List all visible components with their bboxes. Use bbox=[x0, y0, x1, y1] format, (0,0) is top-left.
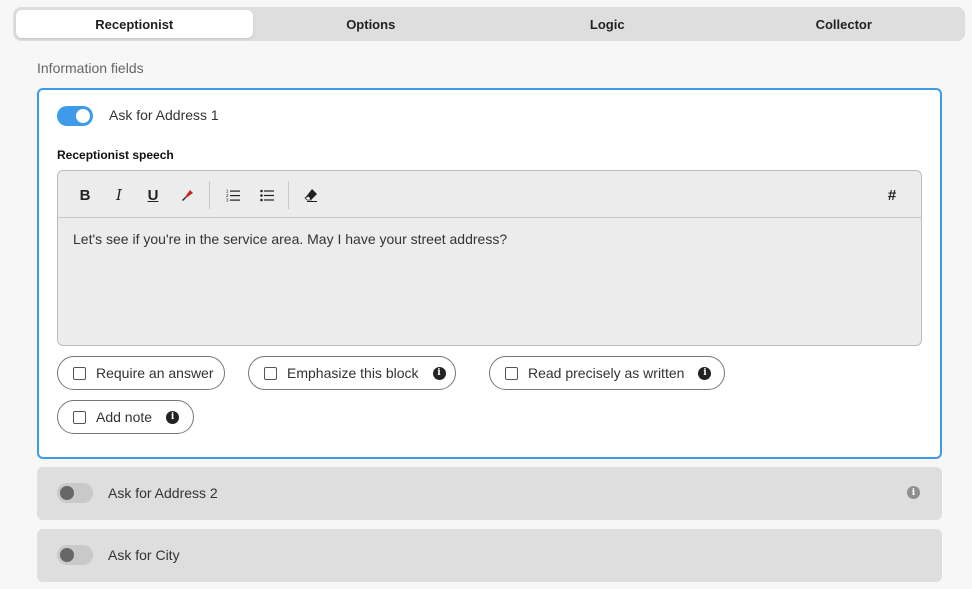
toggle-knob bbox=[76, 109, 90, 123]
require-answer-option[interactable]: Require an answer bbox=[57, 356, 225, 390]
ordered-list-button[interactable]: 1 2 3 bbox=[221, 183, 245, 207]
info-icon[interactable]: i bbox=[166, 410, 180, 424]
field-card-address-1: Ask for Address 1 Receptionist speech B … bbox=[37, 88, 942, 459]
field-title: Ask for City bbox=[108, 547, 180, 563]
field-card-city[interactable]: Ask for City bbox=[37, 529, 942, 582]
read-precisely-label: Read precisely as written bbox=[528, 365, 685, 381]
field-title: Ask for Address 2 bbox=[108, 485, 218, 501]
add-note-option[interactable]: Add note i bbox=[57, 400, 194, 434]
toolbar-divider bbox=[288, 181, 289, 209]
underline-button[interactable]: U bbox=[141, 183, 165, 207]
city-toggle[interactable] bbox=[57, 545, 93, 565]
tab-options[interactable]: Options bbox=[253, 10, 490, 38]
insert-variable-button[interactable]: # bbox=[880, 183, 904, 207]
require-answer-checkbox[interactable] bbox=[73, 366, 86, 380]
add-note-label: Add note bbox=[96, 409, 153, 425]
highlighter-icon bbox=[182, 190, 193, 201]
emphasize-checkbox[interactable] bbox=[264, 366, 277, 380]
info-icon[interactable]: i bbox=[698, 366, 712, 380]
toggle-knob bbox=[60, 486, 74, 500]
speech-label: Receptionist speech bbox=[57, 148, 174, 162]
tab-logic[interactable]: Logic bbox=[489, 10, 726, 38]
eraser-icon bbox=[304, 189, 317, 202]
read-precisely-checkbox[interactable] bbox=[505, 366, 518, 380]
speech-text[interactable]: Let's see if you're in the service area.… bbox=[73, 231, 507, 247]
svg-text:3: 3 bbox=[226, 198, 229, 203]
italic-button[interactable]: I bbox=[107, 183, 131, 207]
info-icon[interactable]: i bbox=[907, 486, 920, 499]
require-answer-label: Require an answer bbox=[96, 365, 214, 381]
bullet-list-icon bbox=[260, 189, 274, 202]
highlighter-button[interactable] bbox=[175, 183, 199, 207]
field-title: Ask for Address 1 bbox=[109, 107, 219, 123]
clear-format-button[interactable] bbox=[299, 183, 323, 207]
address-2-toggle[interactable] bbox=[57, 483, 93, 503]
emphasize-label: Emphasize this block bbox=[287, 365, 419, 381]
tab-receptionist[interactable]: Receptionist bbox=[16, 10, 253, 38]
field-card-address-2[interactable]: Ask for Address 2 i bbox=[37, 467, 942, 520]
bold-button[interactable]: B bbox=[73, 183, 97, 207]
section-title: Information fields bbox=[37, 60, 144, 76]
address-1-toggle[interactable] bbox=[57, 106, 93, 126]
editor-toolbar: B I U 1 2 3 # bbox=[58, 171, 921, 218]
tab-collector[interactable]: Collector bbox=[726, 10, 963, 38]
emphasize-option[interactable]: Emphasize this block i bbox=[248, 356, 456, 390]
bullet-list-button[interactable] bbox=[255, 183, 279, 207]
ordered-list-icon: 1 2 3 bbox=[226, 189, 240, 203]
info-icon[interactable]: i bbox=[432, 366, 446, 380]
toggle-knob bbox=[60, 548, 74, 562]
add-note-checkbox[interactable] bbox=[73, 410, 86, 424]
toolbar-divider bbox=[209, 181, 210, 209]
speech-editor: B I U 1 2 3 # Let's see if you're in the… bbox=[57, 170, 922, 346]
read-precisely-option[interactable]: Read precisely as written i bbox=[489, 356, 725, 390]
tab-bar: Receptionist Options Logic Collector bbox=[13, 7, 965, 41]
